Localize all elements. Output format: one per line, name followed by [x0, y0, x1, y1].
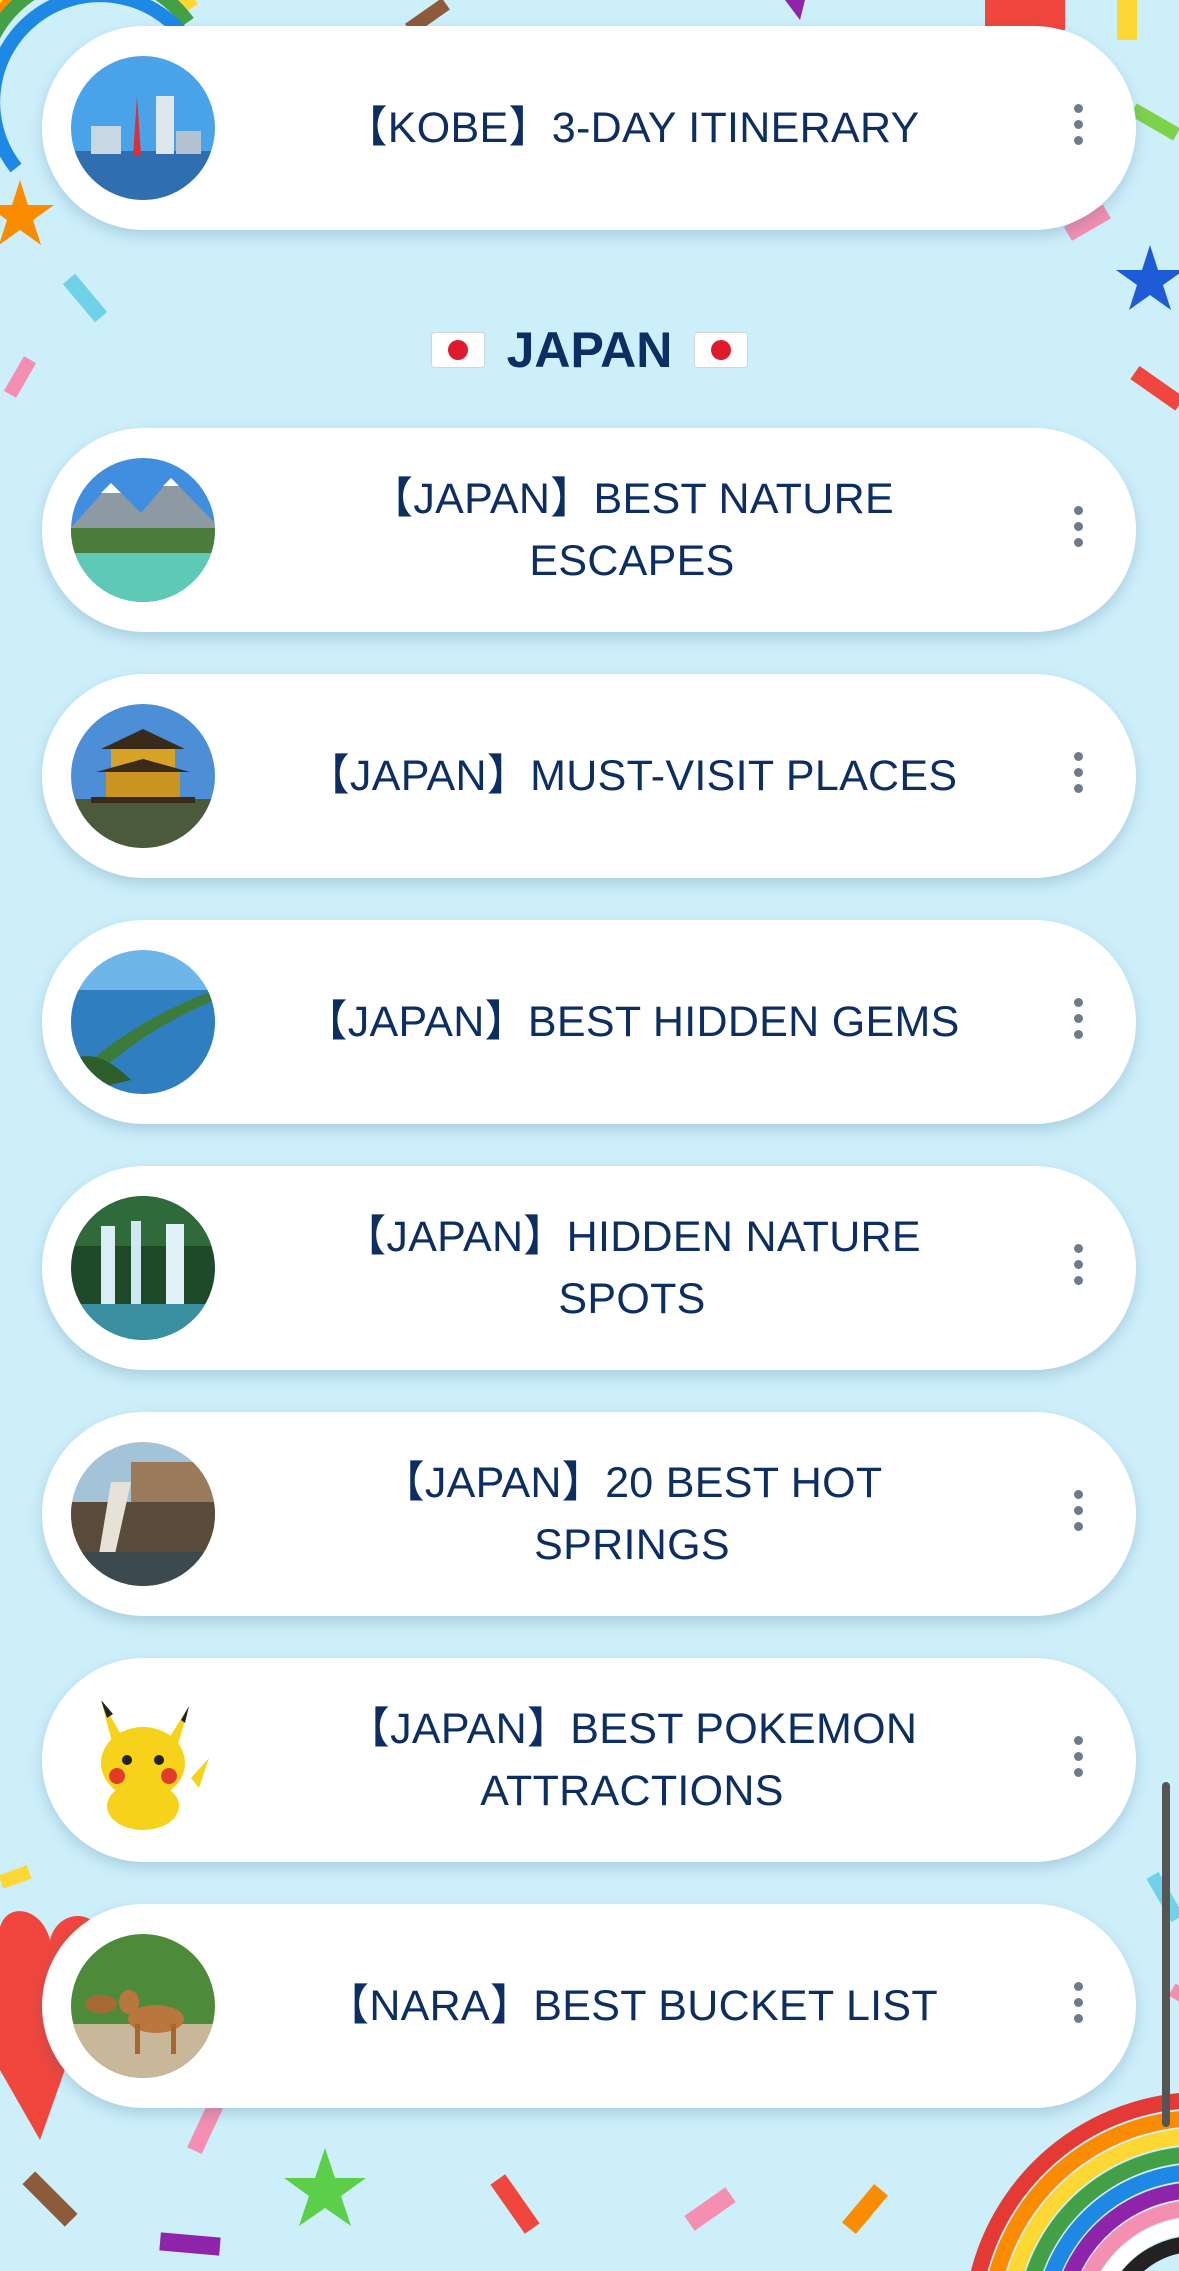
list-card-kobe-itinerary[interactable]: 【KOBE】3-DAY ITINERARY — [42, 26, 1136, 230]
waterfall-photo — [71, 1196, 215, 1340]
mountain-river-photo — [71, 458, 215, 602]
card-title: 【KOBE】3-DAY ITINERARY — [344, 104, 920, 152]
list-card-nara-bucket-list[interactable]: 【NARA】BEST BUCKET LIST — [42, 1904, 1136, 2108]
golden-pavilion-photo — [71, 704, 215, 848]
more-vertical-icon[interactable] — [1068, 1982, 1088, 2030]
more-vertical-icon[interactable] — [1068, 1490, 1088, 1538]
card-title: 【JAPAN】HIDDEN NATURE SPOTS — [343, 1213, 921, 1323]
rainbow-bottom-right — [971, 2093, 1179, 2271]
kobe-port-tower-photo — [71, 56, 215, 200]
more-vertical-icon[interactable] — [1068, 506, 1088, 554]
pikachu-image — [71, 1688, 215, 1832]
more-vertical-icon[interactable] — [1068, 752, 1088, 800]
more-vertical-icon[interactable] — [1068, 1244, 1088, 1292]
japan-flag-icon — [694, 332, 749, 368]
scrollbar-thumb[interactable] — [1162, 1782, 1170, 2127]
list-card-must-visit[interactable]: 【JAPAN】MUST-VISIT PLACES — [42, 674, 1136, 878]
card-title: 【NARA】BEST BUCKET LIST — [326, 1982, 938, 2030]
list-card-hot-springs[interactable]: 【JAPAN】20 BEST HOT SPRINGS — [42, 1412, 1136, 1616]
more-vertical-icon[interactable] — [1068, 104, 1088, 152]
more-vertical-icon[interactable] — [1068, 998, 1088, 1046]
list-card-hidden-gems[interactable]: 【JAPAN】BEST HIDDEN GEMS — [42, 920, 1136, 1124]
card-title: 【JAPAN】MUST-VISIT PLACES — [306, 752, 958, 800]
section-title-japan: JAPAN — [0, 315, 1179, 385]
list-card-nature-escapes[interactable]: 【JAPAN】BEST NATURE ESCAPES — [42, 428, 1136, 632]
list-card-pokemon[interactable]: 【JAPAN】BEST POKEMON ATTRACTIONS — [42, 1658, 1136, 1862]
sandbar-bay-photo — [71, 950, 215, 1094]
card-title: 【JAPAN】BEST HIDDEN GEMS — [304, 998, 960, 1046]
card-title: 【JAPAN】BEST NATURE ESCAPES — [370, 475, 894, 585]
list-card-hidden-nature[interactable]: 【JAPAN】HIDDEN NATURE SPOTS — [42, 1166, 1136, 1370]
section-title-text: JAPAN — [506, 322, 673, 378]
more-vertical-icon[interactable] — [1068, 1736, 1088, 1784]
hot-spring-photo — [71, 1442, 215, 1586]
japan-flag-icon — [430, 332, 485, 368]
card-title: 【JAPAN】BEST POKEMON ATTRACTIONS — [346, 1705, 918, 1815]
card-title: 【JAPAN】20 BEST HOT SPRINGS — [381, 1459, 883, 1569]
nara-deer-photo — [71, 1934, 215, 2078]
